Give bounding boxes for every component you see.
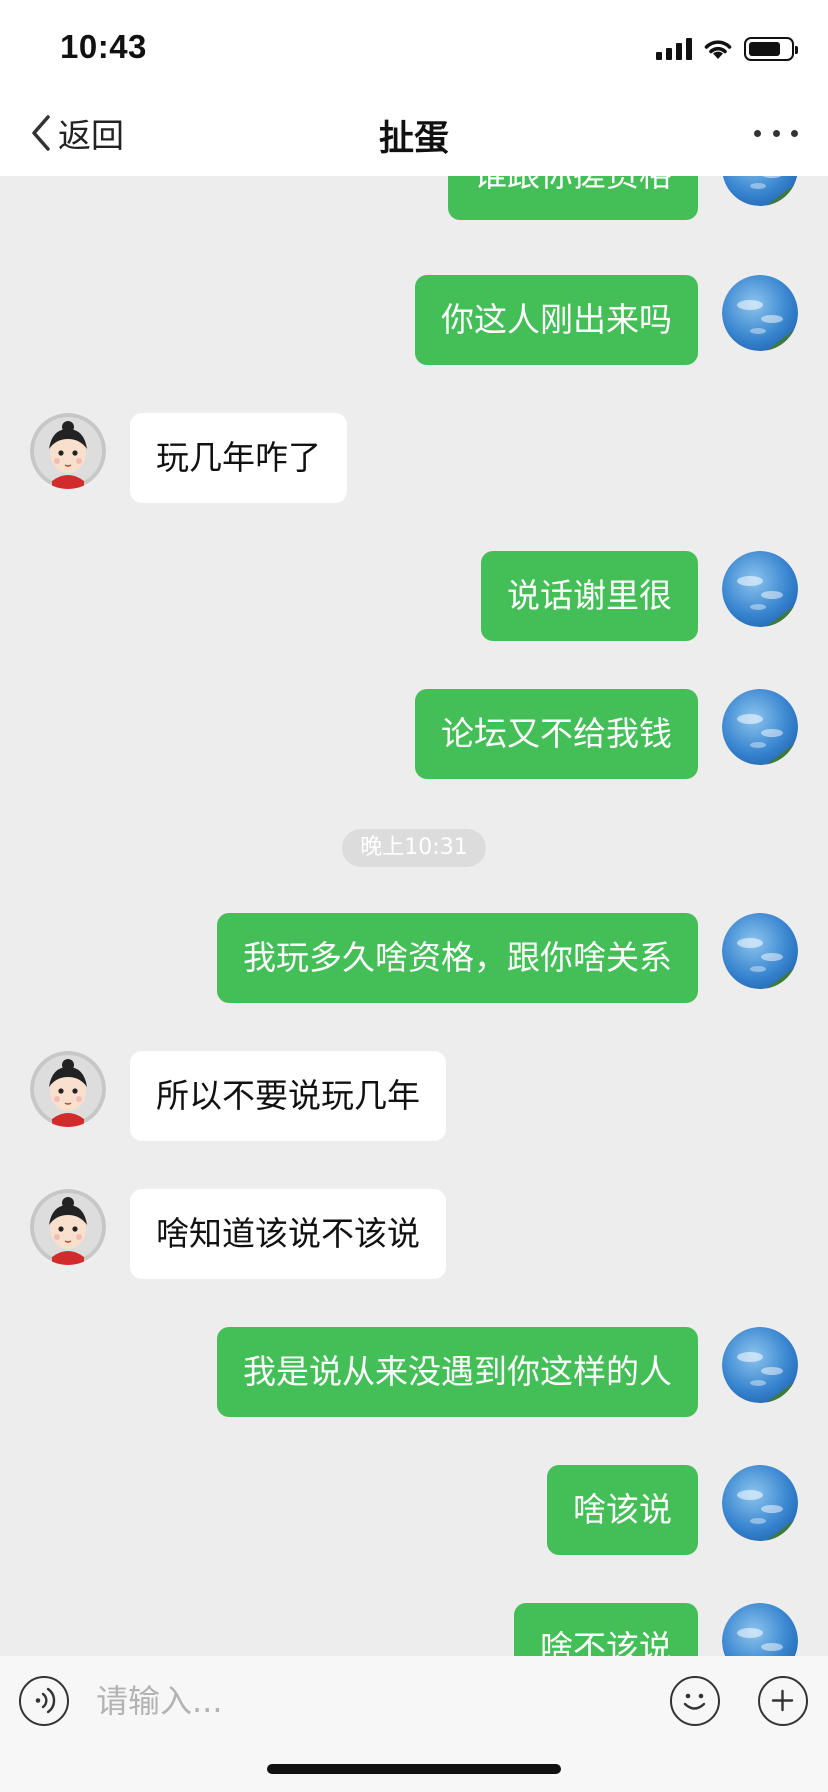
message-bubble-received[interactable]: 啥知道该说不该说 — [130, 1189, 446, 1279]
sky-avatar-icon — [722, 689, 798, 765]
chat-area[interactable]: 谁跟你搓资格 你这人刚出来吗 — [0, 176, 828, 1656]
wifi-icon — [704, 40, 732, 59]
more-dot-icon — [772, 129, 780, 137]
girl-avatar-icon — [30, 1189, 106, 1265]
emoji-button[interactable] — [670, 1676, 720, 1726]
message-bubble-received[interactable]: 所以不要说玩几年 — [130, 1051, 446, 1141]
my-avatar[interactable] — [722, 551, 798, 627]
message-row: 所以不要说玩几年 — [0, 1051, 828, 1141]
chat-title: 扯蛋 — [378, 119, 449, 159]
message-row: 论坛又不给我钱 — [0, 689, 828, 779]
more-dot-icon — [791, 129, 798, 137]
voice-icon — [35, 1687, 56, 1714]
contact-avatar[interactable] — [30, 1189, 106, 1265]
my-avatar[interactable] — [722, 1327, 798, 1403]
girl-avatar-icon — [30, 1051, 106, 1127]
my-avatar[interactable] — [722, 1603, 798, 1656]
message-bubble-sent[interactable]: 论坛又不给我钱 — [415, 689, 698, 779]
girl-avatar-icon — [30, 413, 106, 489]
cellular-signal-icon — [656, 38, 692, 60]
contact-avatar[interactable] — [30, 413, 106, 489]
message-row: 玩几年咋了 — [0, 413, 828, 503]
voice-input-button[interactable] — [19, 1676, 69, 1726]
message-row: 谁跟你搓资格 — [0, 176, 828, 220]
my-avatar[interactable] — [722, 1465, 798, 1541]
more-dot-icon — [754, 129, 761, 137]
my-avatar[interactable] — [722, 275, 798, 351]
my-avatar[interactable] — [722, 176, 798, 206]
more-actions-button[interactable] — [758, 1676, 808, 1726]
sky-avatar-icon — [722, 1465, 798, 1541]
sky-avatar-icon — [722, 275, 798, 351]
message-input[interactable] — [96, 1676, 656, 1726]
status-bar: 10:43 — [0, 0, 828, 88]
sky-avatar-icon — [722, 176, 798, 206]
message-bubble-sent[interactable]: 啥该说 — [547, 1465, 698, 1555]
status-time: 10:43 — [60, 28, 147, 65]
status-icons — [656, 36, 798, 62]
my-avatar[interactable] — [722, 689, 798, 765]
my-avatar[interactable] — [722, 913, 798, 989]
message-bubble-sent[interactable]: 我是说从来没遇到你这样的人 — [217, 1327, 698, 1417]
sky-avatar-icon — [722, 551, 798, 627]
message-bubble-sent[interactable]: 你这人刚出来吗 — [415, 275, 698, 365]
contact-avatar[interactable] — [30, 1051, 106, 1127]
message-bubble-sent[interactable]: 啥不该说 — [514, 1603, 698, 1656]
message-bubble-sent[interactable]: 说话谢里很 — [481, 551, 698, 641]
battery-icon — [744, 37, 798, 61]
message-row: 你这人刚出来吗 — [0, 275, 828, 365]
message-row: 我是说从来没遇到你这样的人 — [0, 1327, 828, 1417]
sky-avatar-icon — [722, 1603, 798, 1656]
message-row: 我玩多久啥资格，跟你啥关系 — [0, 913, 828, 1003]
plus-icon — [771, 1689, 794, 1712]
message-bubble-sent[interactable]: 我玩多久啥资格，跟你啥关系 — [217, 913, 698, 1003]
nav-bar: 返回 扯蛋 — [0, 88, 828, 176]
sky-avatar-icon — [722, 913, 798, 989]
message-row: 说话谢里很 — [0, 551, 828, 641]
message-row: 啥知道该说不该说 — [0, 1189, 828, 1279]
message-bubble-sent[interactable]: 谁跟你搓资格 — [448, 176, 698, 220]
message-row: 啥不该说 — [0, 1603, 828, 1656]
smiley-icon — [683, 1693, 706, 1710]
home-indicator[interactable] — [267, 1764, 561, 1774]
sky-avatar-icon — [722, 1327, 798, 1403]
message-timestamp: 晚上10:31 — [342, 829, 486, 867]
more-options-button[interactable] — [754, 118, 798, 148]
message-bubble-received[interactable]: 玩几年咋了 — [130, 413, 347, 503]
message-row: 啥该说 — [0, 1465, 828, 1555]
